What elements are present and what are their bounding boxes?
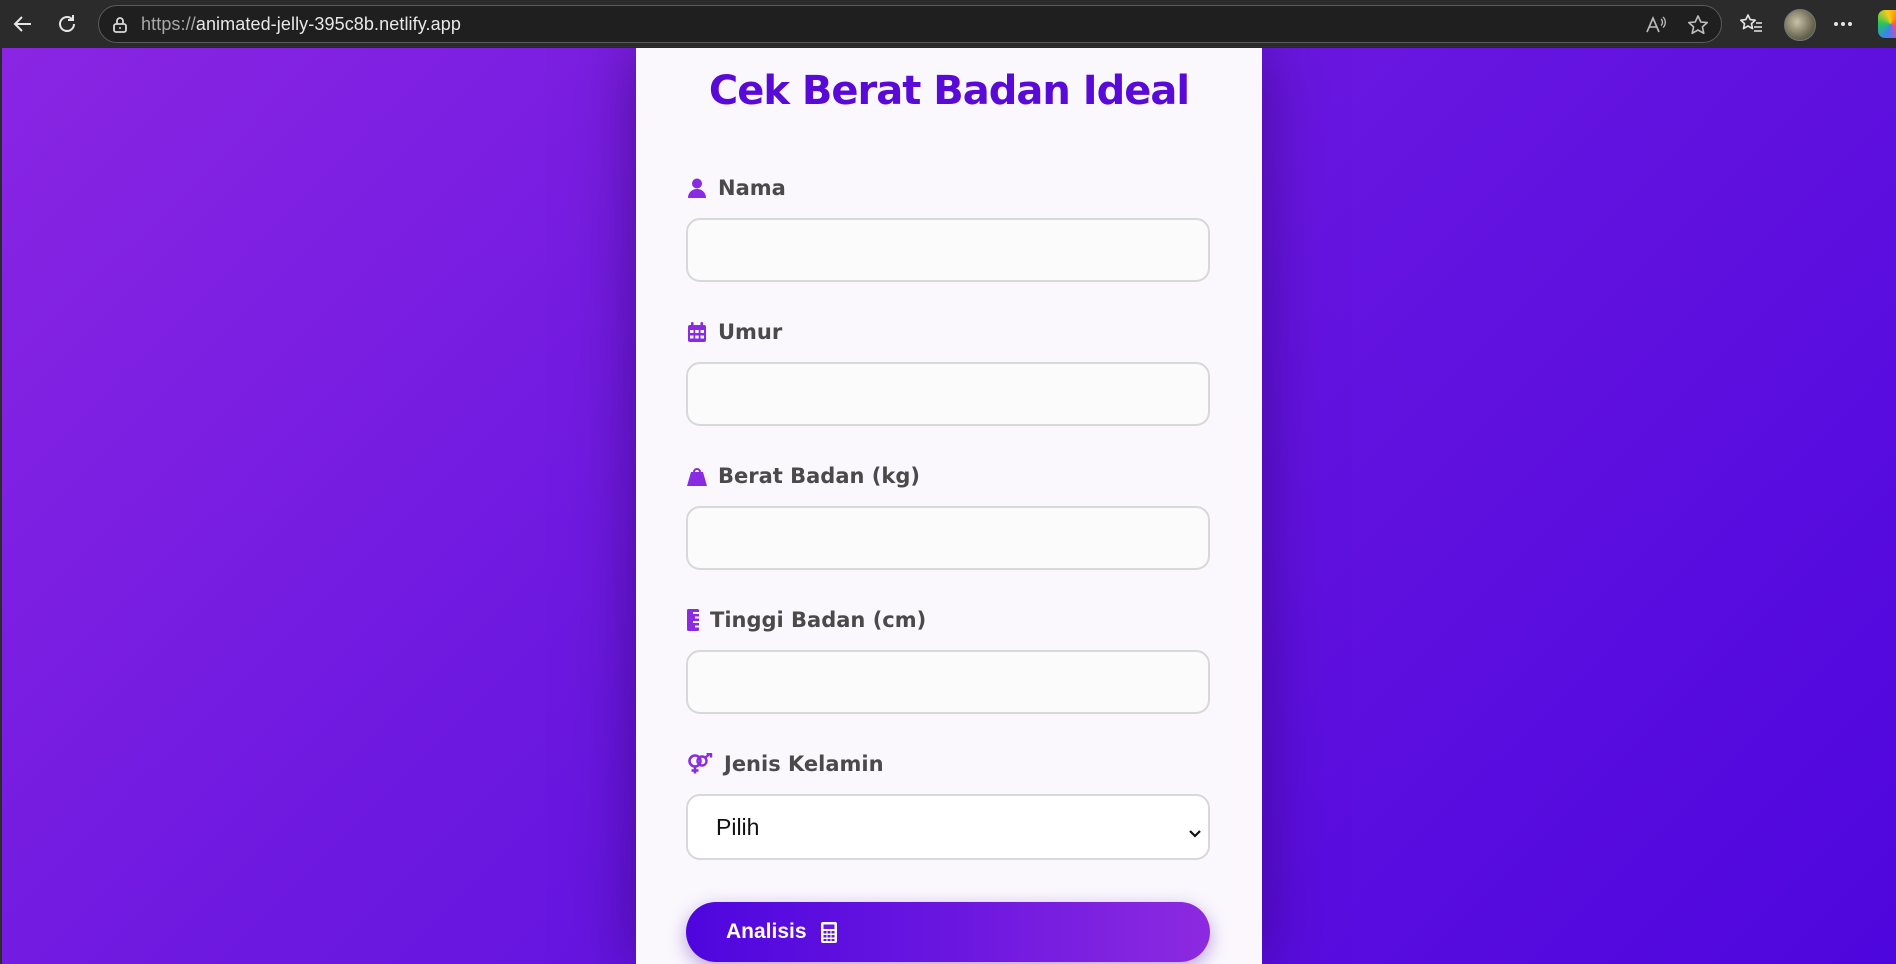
- ruler-icon: [686, 609, 700, 631]
- calculator-icon: [820, 921, 837, 943]
- weight-label: Berat Badan (kg): [686, 464, 920, 488]
- more-menu-button[interactable]: [1828, 9, 1858, 39]
- age-label: Umur: [686, 320, 782, 344]
- reload-icon: [59, 15, 75, 32]
- back-button[interactable]: [8, 9, 38, 39]
- url-host: animated-jelly-395c8b.netlify.app: [195, 14, 461, 34]
- gender-label-text: Jenis Kelamin: [724, 752, 884, 776]
- back-arrow-icon: [13, 16, 31, 32]
- lock-icon[interactable]: [109, 14, 131, 36]
- favorites-list-icon: [1740, 14, 1762, 32]
- gender-select-value: Pilih: [716, 813, 760, 840]
- name-label: Nama: [686, 176, 786, 200]
- address-bar[interactable]: https://animated-jelly-395c8b.netlify.ap…: [98, 5, 1722, 43]
- height-label-text: Tinggi Badan (cm): [710, 608, 927, 632]
- weight-icon: [686, 465, 708, 487]
- height-input[interactable]: [686, 650, 1210, 714]
- name-label-text: Nama: [718, 176, 786, 200]
- analyze-button[interactable]: Analisis: [686, 902, 1210, 962]
- read-aloud-icon[interactable]: [1645, 14, 1667, 36]
- more-dots-icon: [1834, 22, 1852, 26]
- gender-icon: [686, 753, 714, 775]
- age-input[interactable]: [686, 362, 1210, 426]
- copilot-icon[interactable]: [1878, 10, 1896, 38]
- chevron-down-icon: [1188, 818, 1202, 845]
- reload-button[interactable]: [52, 9, 82, 39]
- favorites-button[interactable]: [1736, 9, 1766, 39]
- url-text[interactable]: https://animated-jelly-395c8b.netlify.ap…: [141, 14, 461, 35]
- height-label: Tinggi Badan (cm): [686, 608, 926, 632]
- age-label-text: Umur: [718, 320, 783, 344]
- page-viewport: Cek Berat Badan Ideal Nama Umur Berat Ba…: [2, 48, 1896, 964]
- page-title: Cek Berat Badan Ideal: [708, 68, 1190, 114]
- weight-label-text: Berat Badan (kg): [718, 464, 920, 488]
- weight-input[interactable]: [686, 506, 1210, 570]
- profile-avatar[interactable]: [1784, 9, 1816, 41]
- calendar-icon: [686, 321, 708, 343]
- form-card: Cek Berat Badan Ideal Nama Umur Berat Ba…: [636, 48, 1262, 964]
- analyze-button-label: Analisis: [726, 920, 807, 943]
- gender-select[interactable]: Pilih: [686, 794, 1210, 860]
- url-protocol: https://: [141, 14, 196, 34]
- user-icon: [686, 177, 708, 199]
- name-input[interactable]: [686, 218, 1210, 282]
- browser-toolbar: https://animated-jelly-395c8b.netlify.ap…: [0, 0, 1896, 48]
- gender-label: Jenis Kelamin: [686, 752, 884, 776]
- favorite-star-icon[interactable]: [1687, 14, 1709, 36]
